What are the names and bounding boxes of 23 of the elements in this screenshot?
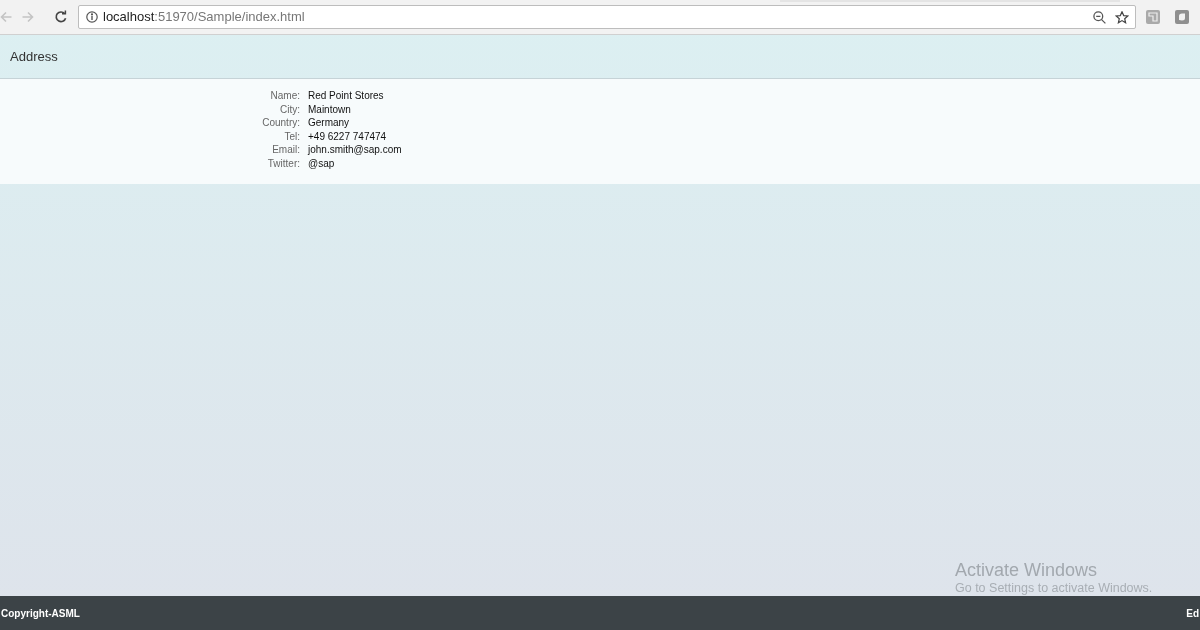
field-label: Tel: [283,129,300,143]
field-label: City: [279,102,300,116]
field-label: Country: [261,116,300,130]
activation-title: Activate Windows [955,559,1099,581]
field-value: john.smith@sap.com [308,143,402,157]
extension-icon[interactable] [1175,10,1189,24]
copyright-text: Copyright-ASML [1,606,80,621]
field-value: Red Point Stores [308,89,385,103]
section-title: Address [10,47,58,66]
zoom-out-icon[interactable] [1093,10,1106,24]
address-bar[interactable]: localhost:51970/Sample/index.html [78,5,1136,29]
footer-text: Ed [1186,606,1199,621]
info-icon[interactable] [86,11,98,23]
field-label: Name: [269,89,300,103]
star-icon[interactable] [1115,10,1129,24]
field-label: Email: [271,143,300,157]
field-value: Maintown [308,102,352,116]
url-text[interactable]: localhost:51970/Sample/index.html [103,7,305,27]
field-value: +49 6227 747474 [308,129,388,143]
reload-button[interactable] [54,10,68,24]
field-value: @sap [308,156,336,170]
field-value: Germany [308,116,351,130]
field-label: Twitter: [266,156,300,170]
